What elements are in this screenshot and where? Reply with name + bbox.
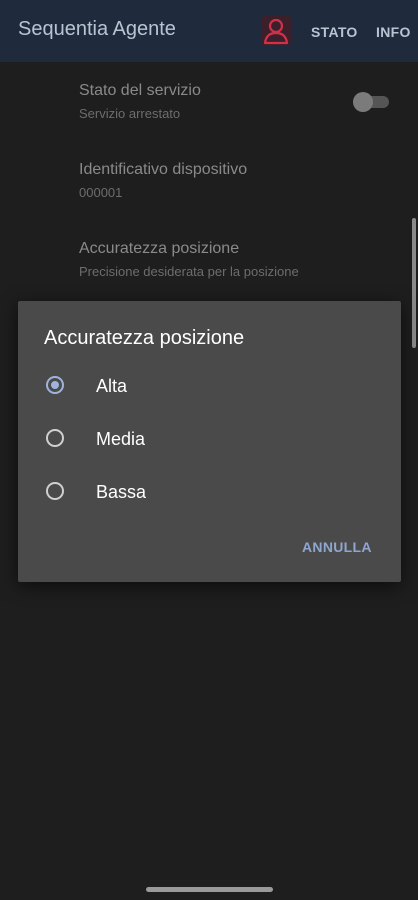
option-label: Media bbox=[96, 429, 146, 449]
gesture-nav-handle[interactable] bbox=[146, 887, 273, 892]
option-label: Alta bbox=[96, 376, 128, 396]
radio-button[interactable] bbox=[46, 429, 64, 447]
radio-button[interactable] bbox=[46, 482, 64, 500]
option-label: Bassa bbox=[96, 482, 147, 502]
dialog-title: Accuratezza posizione bbox=[44, 327, 245, 349]
accuracy-dialog: Accuratezza posizione Alta Media Bassa A… bbox=[18, 301, 401, 582]
option-media[interactable]: Media bbox=[18, 415, 401, 465]
option-bassa[interactable]: Bassa bbox=[18, 468, 401, 518]
radio-button-checked[interactable] bbox=[46, 376, 64, 394]
option-alta[interactable]: Alta bbox=[18, 362, 401, 412]
cancel-button[interactable]: ANNULLA bbox=[302, 539, 372, 555]
